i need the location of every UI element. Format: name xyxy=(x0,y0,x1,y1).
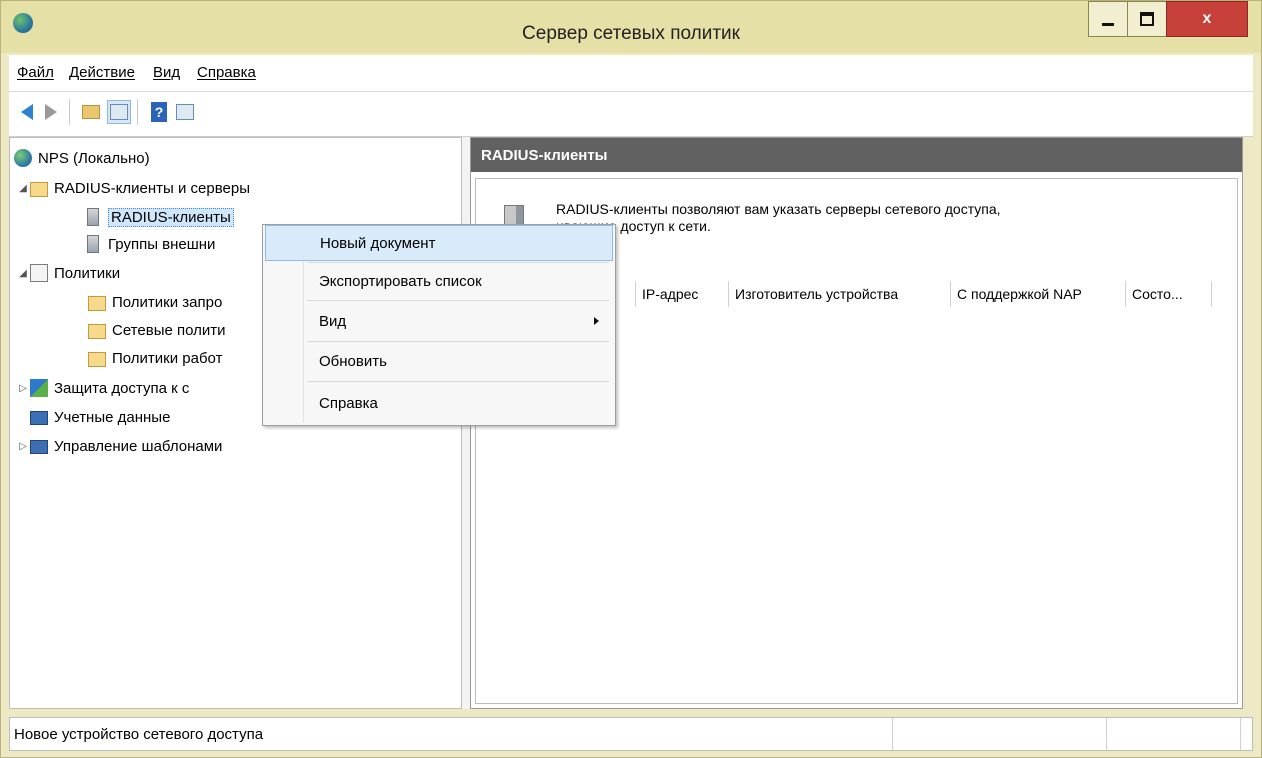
tree-label: Политики xyxy=(54,264,121,282)
tree-label: Учетные данные xyxy=(54,408,171,426)
menu-separator xyxy=(307,381,609,382)
folder-icon xyxy=(88,295,106,311)
tree-item-network-policies[interactable]: Сетевые полити xyxy=(88,318,226,342)
tree-label: Управление шаблонами xyxy=(54,437,223,455)
tree-item-radius-clients-servers[interactable]: ◢ RADIUS-клиенты и серверы xyxy=(16,176,250,200)
status-bar: Новое устройство сетевого доступа xyxy=(9,717,1253,751)
tree-label-selected: RADIUS-клиенты xyxy=(108,207,234,227)
tree-label: Политики запро xyxy=(112,293,223,311)
menu-label: Вид xyxy=(319,312,347,330)
shield-computer-icon xyxy=(30,379,48,397)
details-header: RADIUS-клиенты xyxy=(471,138,1242,172)
status-text: Новое устройство сетевого доступа xyxy=(14,726,264,743)
column-header-status[interactable]: Состо... xyxy=(1126,281,1212,307)
description-line: RADIUS-клиенты позволяют вам указать сер… xyxy=(556,201,1001,217)
document-icon xyxy=(30,264,48,282)
tree-item-accounting[interactable]: Учетные данные xyxy=(30,405,170,429)
menu-file[interactable]: Файл xyxy=(17,64,54,81)
action-pane-icon xyxy=(176,104,194,120)
menu-view[interactable]: Вид xyxy=(153,64,180,81)
details-description: RADIUS-клиенты позволяют вам указать сер… xyxy=(556,201,1196,235)
back-button[interactable] xyxy=(15,100,39,124)
expanded-arrow-icon[interactable]: ◢ xyxy=(16,268,30,279)
context-item-new-document[interactable]: Новый документ xyxy=(265,225,613,261)
up-folder-button[interactable] xyxy=(79,100,103,124)
minimize-icon xyxy=(1102,22,1114,26)
forward-button[interactable] xyxy=(39,100,63,124)
expanded-arrow-icon[interactable]: ◢ xyxy=(16,183,30,194)
collapsed-arrow-icon[interactable]: ▷ xyxy=(16,383,30,394)
close-button[interactable]: x xyxy=(1166,1,1248,37)
tree-label: Защита доступа к с xyxy=(54,379,190,397)
column-header-ip[interactable]: IP-адрес xyxy=(635,281,729,307)
tree-item-templates-management[interactable]: ▷ Управление шаблонами xyxy=(16,434,222,458)
folder-icon xyxy=(30,181,48,197)
toolbar-separator xyxy=(137,99,138,125)
server-icon xyxy=(87,208,99,226)
templates-icon xyxy=(30,440,48,454)
tree-item-network-access-protection[interactable]: ▷ Защита доступа к с xyxy=(16,376,189,400)
context-menu: Новый документ Экспортировать список Вид… xyxy=(262,224,616,426)
folder-icon xyxy=(88,351,106,367)
column-header-vendor[interactable]: Изготовитель устройства xyxy=(729,281,951,307)
tree-label: NPS (Локально) xyxy=(38,149,150,167)
console-tree-icon xyxy=(110,104,128,120)
close-icon: x xyxy=(1202,10,1212,27)
window-title: Сервер сетевых политик xyxy=(522,23,740,44)
tree-item-remote-radius-groups[interactable]: Группы внешни xyxy=(84,232,215,256)
tree-label: Сетевые полити xyxy=(112,321,226,339)
app-window: Сервер сетевых политик x Файл Действие В… xyxy=(0,0,1262,758)
accounting-icon xyxy=(30,411,48,425)
server-group-icon xyxy=(87,235,99,253)
column-header-nap[interactable]: С поддержкой NAP xyxy=(951,281,1126,307)
nps-globe-icon xyxy=(14,149,32,167)
context-item-view[interactable]: Вид xyxy=(265,303,613,339)
back-arrow-icon xyxy=(21,104,33,120)
tree-item-radius-clients[interactable]: RADIUS-клиенты xyxy=(84,205,234,229)
toolbar-separator xyxy=(69,99,70,125)
tree-label: RADIUS-клиенты и серверы xyxy=(54,179,250,197)
description-line: ивающие доступ к сети. xyxy=(556,218,711,234)
menu-action[interactable]: Действие xyxy=(69,64,135,81)
folder-up-icon xyxy=(82,105,100,119)
help-icon: ? xyxy=(151,102,167,122)
maximize-button[interactable] xyxy=(1127,1,1167,37)
tree-label: Политики работ xyxy=(112,349,223,367)
tree-item-policies[interactable]: ◢ Политики xyxy=(16,261,120,285)
show-hide-tree-button[interactable] xyxy=(107,100,131,124)
collapsed-arrow-icon[interactable]: ▷ xyxy=(16,441,30,452)
forward-arrow-icon xyxy=(45,104,57,120)
help-button[interactable]: ? xyxy=(147,100,171,124)
tree-item-nps-root[interactable]: NPS (Локально) xyxy=(14,146,150,170)
status-segment xyxy=(892,718,893,750)
title-bar[interactable]: Сервер сетевых политик x xyxy=(1,1,1261,53)
tree-label: Группы внешни xyxy=(108,235,216,253)
menu-separator xyxy=(307,341,609,342)
context-item-help[interactable]: Справка xyxy=(265,385,613,421)
menu-help[interactable]: Справка xyxy=(197,64,256,81)
context-item-export-list[interactable]: Экспортировать список xyxy=(265,263,613,299)
menu-bar: Файл Действие Вид Справка xyxy=(9,55,1253,92)
status-segment xyxy=(1240,718,1241,750)
menu-separator xyxy=(307,300,609,301)
show-action-pane-button[interactable] xyxy=(173,100,197,124)
status-segment xyxy=(1106,718,1107,750)
submenu-arrow-icon xyxy=(594,317,599,325)
minimize-button[interactable] xyxy=(1088,1,1128,37)
context-item-refresh[interactable]: Обновить xyxy=(265,343,613,379)
tree-item-connection-request-policies[interactable]: Политики запро xyxy=(88,290,222,314)
folder-icon xyxy=(88,323,106,339)
tree-item-health-policies[interactable]: Политики работ xyxy=(88,346,222,370)
maximize-icon xyxy=(1140,12,1154,26)
toolbar: ? xyxy=(9,92,1253,137)
